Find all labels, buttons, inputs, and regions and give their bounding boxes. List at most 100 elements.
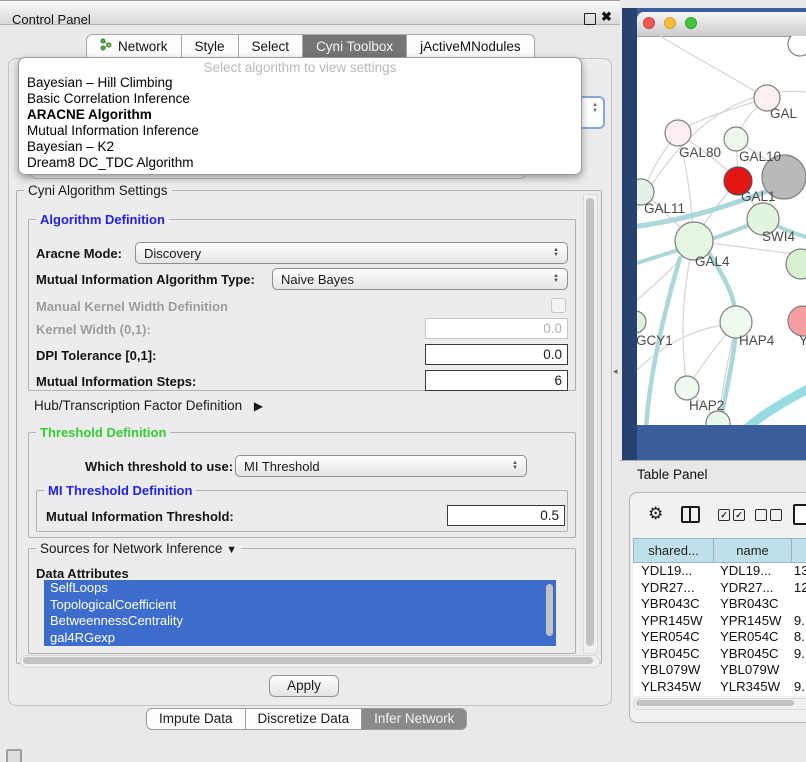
control-panel-titlebar bbox=[0, 0, 620, 25]
tab-infer-network[interactable]: Infer Network bbox=[362, 708, 467, 730]
column-header-clipped[interactable] bbox=[791, 538, 806, 563]
select-all-checkboxes-icon[interactable]: ✓ ✓ bbox=[718, 509, 745, 521]
split-divider-handle[interactable]: ◂ bbox=[613, 366, 618, 377]
table-row[interactable]: YDL19... YDL19... 13 bbox=[633, 563, 806, 580]
apply-button-label: Apply bbox=[287, 678, 321, 693]
table-row-clipped[interactable]: YJL052C YJL052C 9. bbox=[633, 695, 806, 696]
sources-group-toggle[interactable]: Sources for Network Inference ▼ bbox=[36, 541, 241, 556]
data-attributes-list[interactable]: SelfLoops TopologicalCoefficient Between… bbox=[44, 580, 556, 646]
unchecked-box-icon bbox=[755, 509, 767, 521]
table-row[interactable]: YLR345W YLR345W 9. bbox=[633, 679, 806, 696]
dpi-tolerance-value: 0.0 bbox=[543, 347, 562, 362]
cell-value: 8. bbox=[789, 629, 806, 646]
node-partial-bottom[interactable] bbox=[706, 411, 730, 425]
network-graph[interactable]: GAL GAL80 GAL10 GAL1 GAL11 SWI4 GAL4 GCY… bbox=[637, 36, 806, 425]
tab-style[interactable]: Style bbox=[182, 34, 239, 58]
attribute-item[interactable]: gal4RGexp bbox=[44, 630, 556, 647]
sources-group-title: Sources for Network Inference bbox=[40, 541, 222, 556]
tab-select[interactable]: Select bbox=[239, 34, 304, 58]
deselect-all-checkboxes-icon[interactable] bbox=[755, 509, 782, 521]
table-row[interactable]: YPR145W YPR145W 9. bbox=[633, 613, 806, 630]
table-row[interactable]: YER054C YER054C 8. bbox=[633, 629, 806, 646]
tab-jactivemnodules[interactable]: jActiveMNodules bbox=[407, 34, 535, 58]
cell-shared-name: YER054C bbox=[633, 629, 712, 646]
network-view-window[interactable]: GAL GAL80 GAL10 GAL1 GAL11 SWI4 GAL4 GCY… bbox=[637, 12, 806, 425]
attribute-item[interactable]: SelfLoops bbox=[44, 580, 556, 597]
mac-close-button[interactable] bbox=[643, 17, 655, 29]
cell-shared-name: YBL079W bbox=[633, 662, 712, 679]
tab-cyni-toolbox[interactable]: Cyni Toolbox bbox=[303, 34, 407, 58]
control-panel-tabbar: Network Style Select Cyni Toolbox jActiv… bbox=[86, 34, 535, 59]
node-salmon-right[interactable] bbox=[788, 306, 806, 336]
gear-icon[interactable]: ⚙ bbox=[648, 504, 663, 524]
dropdown-item[interactable]: Bayesian – Hill Climbing bbox=[19, 75, 581, 91]
manual-kernel-checkbox[interactable] bbox=[551, 298, 566, 313]
attribute-item[interactable]: TopologicalCoefficient bbox=[44, 597, 556, 614]
mi-threshold-label: Mutual Information Threshold: bbox=[46, 509, 234, 524]
combo-down-arrow-icon: ▼ bbox=[512, 466, 518, 471]
node-label: GCY1 bbox=[637, 333, 673, 348]
table-row[interactable]: YBR043C YBR043C bbox=[633, 596, 806, 613]
dropdown-item[interactable]: Mutual Information Inference bbox=[19, 123, 581, 139]
node-partial-top[interactable] bbox=[788, 36, 806, 56]
node-label: SWI4 bbox=[762, 229, 795, 244]
cell-shared-name: YBR043C bbox=[633, 596, 712, 613]
node-label: Y bbox=[799, 333, 806, 348]
cell-shared-name: YBR045C bbox=[633, 646, 712, 663]
table-horizontal-scrollbar[interactable] bbox=[633, 698, 806, 710]
screenshot-root: Control Panel ✖ Network Style Select Cyn… bbox=[0, 0, 806, 762]
node-hap2[interactable] bbox=[675, 376, 699, 400]
tab-discretize-data[interactable]: Discretize Data bbox=[246, 708, 363, 730]
dropdown-item[interactable]: Dream8 DC_TDC Algorithm bbox=[19, 155, 581, 171]
mi-type-combobox[interactable]: Naive Bayes ▲▼ bbox=[272, 268, 568, 290]
mac-zoom-button[interactable] bbox=[685, 17, 697, 29]
table-toolbar: ⚙ ✓ ✓ bbox=[630, 499, 806, 531]
node-gcy1[interactable] bbox=[637, 311, 646, 333]
settings-scrollbar[interactable] bbox=[583, 194, 598, 654]
minimized-panel-icon[interactable] bbox=[6, 749, 22, 762]
mi-steps-field[interactable]: 6 bbox=[425, 370, 568, 391]
settings-horizontal-scrollbar[interactable] bbox=[20, 655, 600, 668]
table-row[interactable]: YBL079W YBL079W bbox=[633, 662, 806, 679]
dpi-tolerance-field[interactable]: 0.0 bbox=[425, 344, 568, 365]
bottom-tabbar: Impute Data Discretize Data Infer Networ… bbox=[146, 708, 467, 730]
mac-minimize-button[interactable] bbox=[664, 17, 676, 29]
tab-impute-data[interactable]: Impute Data bbox=[146, 708, 246, 730]
cell-shared-name: YPR145W bbox=[633, 613, 712, 630]
settings-group-title: Cyni Algorithm Settings bbox=[24, 183, 172, 198]
split-table-icon[interactable] bbox=[681, 506, 700, 523]
node-gal80[interactable] bbox=[665, 120, 691, 146]
close-icon[interactable]: ✖ bbox=[601, 9, 612, 25]
column-header-shared-name[interactable]: shared... bbox=[633, 538, 713, 563]
cell-shared-name: YLR345W bbox=[633, 679, 712, 696]
cell-value bbox=[789, 596, 806, 613]
float-window-icon[interactable] bbox=[584, 13, 596, 25]
attribute-item[interactable]: BetweennessCentrality bbox=[44, 613, 556, 630]
cell-name: YJL052C bbox=[712, 695, 789, 696]
dropdown-item-selected[interactable]: ARACNE Algorithm bbox=[19, 107, 581, 123]
mi-threshold-value: 0.5 bbox=[540, 508, 559, 523]
dropdown-item[interactable]: Bayesian – K2 bbox=[19, 139, 581, 155]
apply-button[interactable]: Apply bbox=[269, 675, 339, 697]
dropdown-item[interactable]: Basic Correlation Inference bbox=[19, 91, 581, 107]
attributes-list-scrollbar[interactable] bbox=[546, 584, 553, 636]
hub-definition-toggle[interactable]: Hub/Transcription Factor Definition ▶ bbox=[34, 398, 263, 413]
aracne-mode-combobox[interactable]: Discovery ▲▼ bbox=[135, 242, 568, 264]
unchecked-box-icon bbox=[770, 509, 782, 521]
tab-jactivemnodules-label: jActiveMNodules bbox=[420, 35, 521, 58]
mi-type-value: Naive Bayes bbox=[281, 272, 354, 287]
network-window-titlebar[interactable] bbox=[637, 12, 806, 37]
tab-network[interactable]: Network bbox=[86, 34, 182, 58]
kernel-width-value: 0.0 bbox=[543, 321, 562, 336]
mi-threshold-field[interactable]: 0.5 bbox=[447, 505, 565, 526]
table-row[interactable]: YBR045C YBR045C 9. bbox=[633, 646, 806, 663]
which-threshold-combobox[interactable]: MI Threshold ▲▼ bbox=[235, 455, 527, 477]
table-row[interactable]: YDR27... YDR27... 12 bbox=[633, 580, 806, 597]
new-table-icon[interactable] bbox=[793, 504, 806, 525]
node-gal10[interactable] bbox=[724, 127, 748, 151]
column-header-name[interactable]: name bbox=[713, 538, 791, 563]
cell-name: YBR043C bbox=[712, 596, 789, 613]
data-attributes-label: Data Attributes bbox=[36, 566, 129, 581]
table-body[interactable]: YDL19... YDL19... 13 YDR27... YDR27... 1… bbox=[633, 563, 806, 696]
cell-shared-name: YJL052C bbox=[633, 695, 712, 696]
